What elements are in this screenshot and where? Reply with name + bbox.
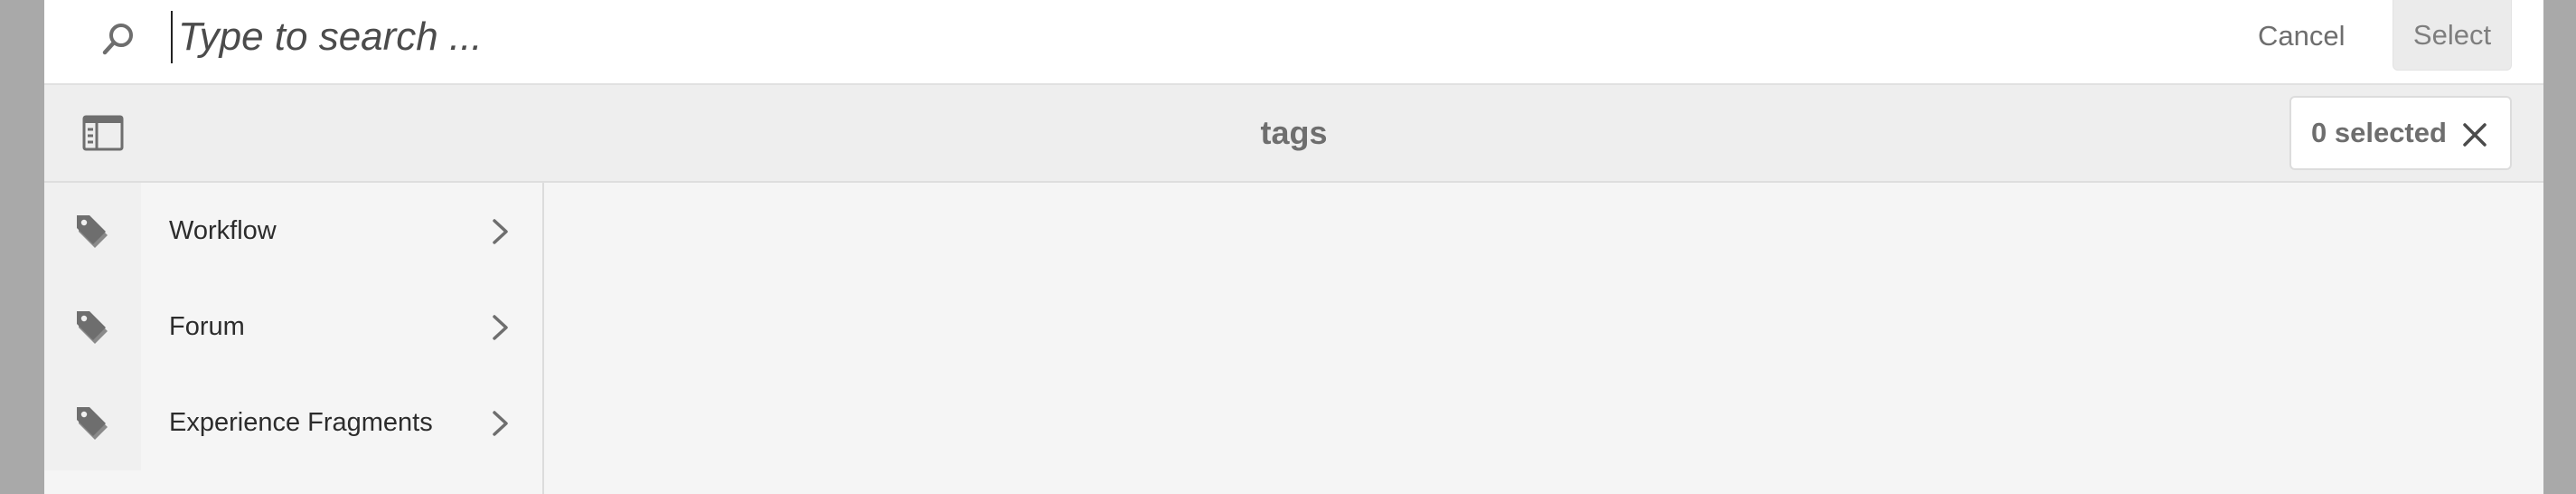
chevron-right-icon (493, 219, 508, 244)
tag-column: Workflow Forum Experience Fragments (44, 183, 544, 494)
page-title: tags (1260, 114, 1328, 151)
selection-count: 0 selected (2311, 117, 2447, 148)
search-input[interactable] (171, 11, 984, 63)
tag-picker-dialog: Cancel Select tags 0 selected (44, 0, 2543, 494)
search-icon (102, 24, 133, 55)
cancel-button[interactable]: Cancel (2247, 13, 2356, 60)
selection-count-pill[interactable]: 0 selected (2289, 96, 2512, 170)
chevron-right-icon (493, 315, 508, 340)
rail-toggle-icon[interactable] (82, 114, 124, 152)
detail-column (544, 183, 2543, 494)
row-label: Workflow (169, 215, 277, 245)
row-label: Experience Fragments (169, 407, 433, 437)
chevron-right-icon (493, 411, 508, 436)
tag-icon (77, 407, 108, 440)
close-icon[interactable] (2461, 121, 2488, 148)
row-thumbnail (44, 375, 141, 470)
row-thumbnail (44, 183, 141, 279)
list-item[interactable]: Forum (44, 279, 542, 375)
list-item[interactable]: Workflow (44, 183, 542, 279)
row-thumbnail (44, 279, 141, 375)
search-bar: Cancel Select (44, 0, 2543, 85)
select-button[interactable]: Select (2393, 0, 2512, 71)
tag-icon (77, 215, 108, 248)
list-item[interactable]: Experience Fragments (44, 375, 542, 470)
column-header: tags 0 selected (44, 85, 2543, 183)
tag-icon (77, 311, 108, 344)
row-label: Forum (169, 311, 245, 341)
